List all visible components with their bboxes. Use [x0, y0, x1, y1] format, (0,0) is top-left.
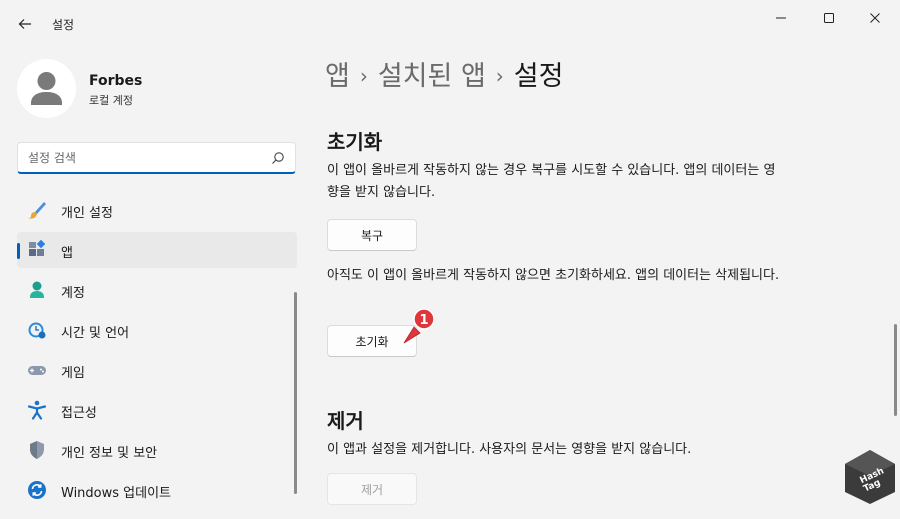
search-box[interactable] [17, 142, 296, 174]
step-marker-icon: 1 [403, 308, 435, 344]
uninstall-button[interactable]: 제거 [327, 473, 417, 505]
windows-update-icon [28, 481, 46, 499]
user-silhouette-icon [31, 72, 62, 105]
sidebar-item-label: 앱 [61, 246, 73, 261]
sidebar-item-label: 시간 및 언어 [61, 326, 130, 341]
sidebar-item-windows-update[interactable]: Windows 업데이트 [17, 472, 297, 508]
minimize-icon [776, 17, 786, 19]
sidebar-item-label: Windows 업데이트 [61, 486, 172, 501]
apps-icon [29, 240, 46, 256]
step-marker-number: 1 [419, 313, 428, 328]
minimize-button[interactable] [758, 0, 804, 36]
sidebar-item-label: 계정 [61, 286, 85, 301]
search-icon[interactable] [271, 151, 285, 165]
sidebar-item-accounts[interactable]: 계정 [17, 272, 297, 308]
sidebar-nav: 개인 설정 앱 계정 시간 및 언어 게임 접근성 개인 정보 및 보안 Win… [17, 192, 297, 512]
breadcrumb-separator: › [359, 64, 368, 88]
sidebar-item-label: 접근성 [61, 406, 97, 421]
sidebar-item-apps[interactable]: 앱 [17, 232, 297, 268]
gamepad-icon [28, 366, 46, 375]
sidebar-scrollbar[interactable] [294, 292, 297, 494]
shield-icon [30, 441, 44, 459]
breadcrumb-installed-apps[interactable]: 설치된 앱 [378, 61, 486, 92]
title-bar: 설정 [0, 0, 900, 48]
sidebar-item-accessibility[interactable]: 접근성 [17, 392, 297, 428]
close-icon [870, 13, 880, 23]
breadcrumb-apps[interactable]: 앱 [325, 61, 350, 92]
avatar[interactable] [17, 59, 76, 118]
profile-account-type: 로컬 계정 [89, 94, 133, 107]
sidebar-item-label: 게임 [61, 366, 85, 381]
breadcrumb-current: 설정 [513, 61, 564, 92]
reset-description: 아직도 이 앱이 올바르게 작동하지 않으면 초기화하세요. 앱의 데이터는 삭… [327, 268, 780, 283]
breadcrumb-separator: › [495, 64, 504, 88]
back-button[interactable] [8, 8, 42, 40]
close-button[interactable] [852, 0, 898, 36]
sidebar-item-personalization[interactable]: 개인 설정 [17, 192, 297, 228]
uninstall-section-title: 제거 [327, 409, 364, 433]
repair-button[interactable]: 복구 [327, 219, 417, 251]
sidebar-item-label: 개인 정보 및 보안 [61, 446, 158, 461]
maximize-icon [824, 13, 834, 23]
sidebar-item-gaming[interactable]: 게임 [17, 352, 297, 388]
reset-section-title: 초기화 [327, 130, 383, 154]
sidebar-item-time-language[interactable]: 시간 및 언어 [17, 312, 297, 348]
maximize-button[interactable] [806, 0, 852, 36]
breadcrumb: 앱 › 설치된 앱 › 설정 [325, 54, 563, 93]
app-title: 설정 [52, 18, 75, 32]
uninstall-description: 이 앱과 설정을 제거합니다. 사용자의 문서는 영향을 받지 않습니다. [327, 442, 692, 457]
brush-icon [28, 202, 46, 219]
accessibility-icon [27, 400, 47, 420]
search-input[interactable] [28, 149, 268, 167]
content-scrollbar[interactable] [894, 324, 897, 416]
hashtag-logo-icon: Hash Tag [845, 450, 895, 504]
sidebar-item-label: 개인 설정 [61, 206, 113, 221]
sidebar-item-privacy-security[interactable]: 개인 정보 및 보안 [17, 432, 297, 468]
repair-description: 이 앱이 올바르게 작동하지 않는 경우 복구를 시도할 수 있습니다. 앱의 … [327, 163, 776, 200]
account-icon [30, 281, 44, 298]
profile-name: Forbes [89, 73, 143, 89]
time-language-icon [28, 322, 46, 339]
back-arrow-icon [18, 19, 31, 29]
